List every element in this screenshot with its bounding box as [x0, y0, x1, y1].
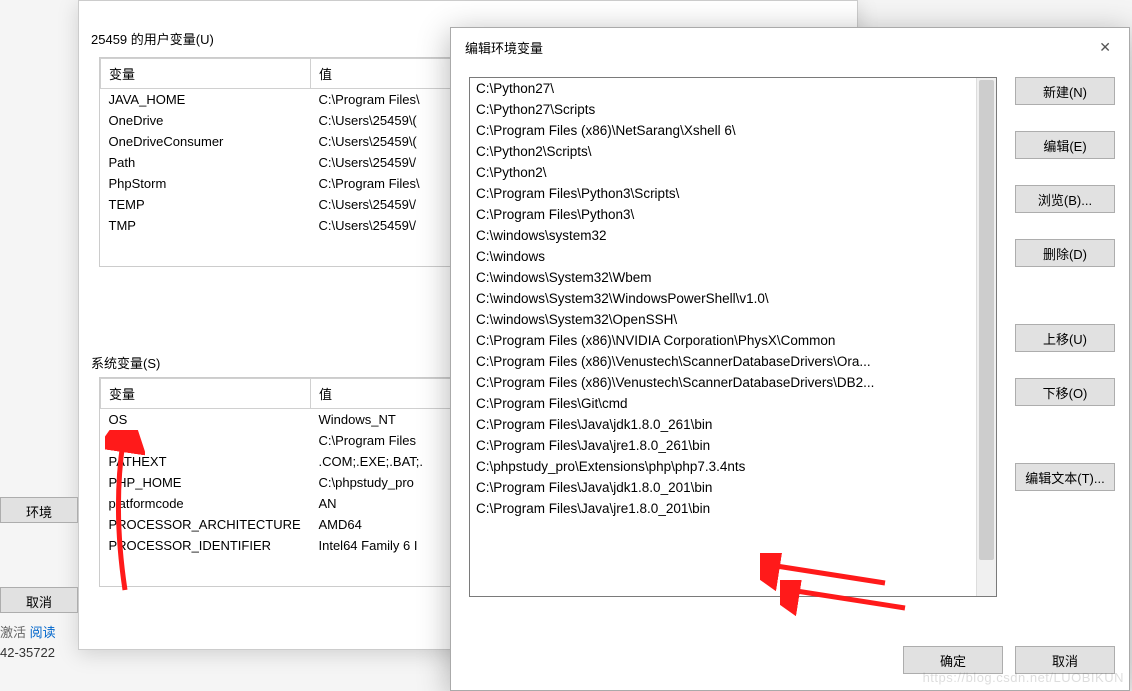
scrollbar-thumb[interactable]	[979, 80, 994, 560]
cancel-button-partial[interactable]: 取消	[0, 587, 78, 613]
list-item[interactable]: C:\Program Files\Java\jre1.8.0_261\bin	[470, 435, 974, 456]
column-header-name[interactable]: 变量	[101, 379, 311, 409]
var-name-cell: PhpStorm	[101, 173, 311, 194]
var-name-cell: PROCESSOR_ARCHITECTURE	[101, 514, 311, 535]
list-item[interactable]: C:\windows\system32	[470, 225, 974, 246]
edit-button[interactable]: 编辑(E)	[1015, 131, 1115, 159]
list-item[interactable]: C:\Program Files (x86)\NetSarang\Xshell …	[470, 120, 974, 141]
list-item[interactable]: C:\Program Files\Java\jdk1.8.0_261\bin	[470, 414, 974, 435]
var-name-cell: platformcode	[101, 493, 311, 514]
system-variables-label: 系统变量(S)	[91, 353, 160, 372]
list-item[interactable]: C:\windows\System32\WindowsPowerShell\v1…	[470, 288, 974, 309]
var-name-cell: OneDriveConsumer	[101, 131, 311, 152]
column-header-name[interactable]: 变量	[101, 59, 311, 89]
list-item[interactable]: C:\phpstudy_pro\Extensions\php\php7.3.4n…	[470, 456, 974, 477]
list-item[interactable]: C:\Python27\Scripts	[470, 99, 974, 120]
var-name-cell: OS	[101, 409, 311, 431]
move-down-button[interactable]: 下移(O)	[1015, 378, 1115, 406]
dialog-title: 编辑环境变量	[465, 38, 543, 57]
list-item[interactable]: C:\Program Files\Python3\Scripts\	[470, 183, 974, 204]
var-name-cell: PHP_HOME	[101, 472, 311, 493]
var-name-cell: PATHEXT	[101, 451, 311, 472]
var-name-cell: TEMP	[101, 194, 311, 215]
var-name-cell: TMP	[101, 215, 311, 236]
list-item[interactable]: C:\Python2\	[470, 162, 974, 183]
environment-button-partial[interactable]: 环境	[0, 497, 78, 523]
list-item[interactable]: C:\Program Files\Java\jre1.8.0_201\bin	[470, 498, 974, 519]
list-item[interactable]: C:\Program Files\Git\cmd	[470, 393, 974, 414]
list-item[interactable]: C:\windows\System32\Wbem	[470, 267, 974, 288]
list-item[interactable]: C:\Program Files (x86)\Venustech\Scanner…	[470, 351, 974, 372]
move-up-button[interactable]: 上移(U)	[1015, 324, 1115, 352]
footer-text-1: 激活 阅读	[0, 622, 56, 641]
watermark: https://blog.csdn.net/LUOBIKUN	[923, 670, 1124, 685]
list-item[interactable]: C:\windows\System32\OpenSSH\	[470, 309, 974, 330]
var-name-cell: OneDrive	[101, 110, 311, 131]
list-item[interactable]: C:\windows	[470, 246, 974, 267]
new-button[interactable]: 新建(N)	[1015, 77, 1115, 105]
list-item[interactable]: C:\Program Files\Python3\	[470, 204, 974, 225]
user-variables-label: 25459 的用户变量(U)	[91, 29, 214, 48]
list-item[interactable]: C:\Python2\Scripts\	[470, 141, 974, 162]
delete-button[interactable]: 删除(D)	[1015, 239, 1115, 267]
var-name-cell: JAVA_HOME	[101, 89, 311, 111]
edit-text-button[interactable]: 编辑文本(T)...	[1015, 463, 1115, 491]
edit-environment-variable-dialog: 编辑环境变量 ✕ C:\Python27\C:\Python27\Scripts…	[450, 27, 1130, 691]
list-item[interactable]: C:\Python27\	[470, 78, 974, 99]
var-name-cell: Path	[101, 152, 311, 173]
var-name-cell: Path	[101, 430, 311, 451]
list-item[interactable]: C:\Program Files (x86)\Venustech\Scanner…	[470, 372, 974, 393]
footer-text-2: 42-35722	[0, 645, 55, 660]
close-icon[interactable]: ✕	[1095, 39, 1115, 56]
list-item[interactable]: C:\Program Files (x86)\NVIDIA Corporatio…	[470, 330, 974, 351]
list-item[interactable]: C:\Program Files\Java\jdk1.8.0_201\bin	[470, 477, 974, 498]
var-name-cell: PROCESSOR_IDENTIFIER	[101, 535, 311, 556]
browse-button[interactable]: 浏览(B)...	[1015, 185, 1115, 213]
path-listbox[interactable]: C:\Python27\C:\Python27\ScriptsC:\Progra…	[469, 77, 997, 597]
scrollbar[interactable]	[976, 78, 996, 596]
